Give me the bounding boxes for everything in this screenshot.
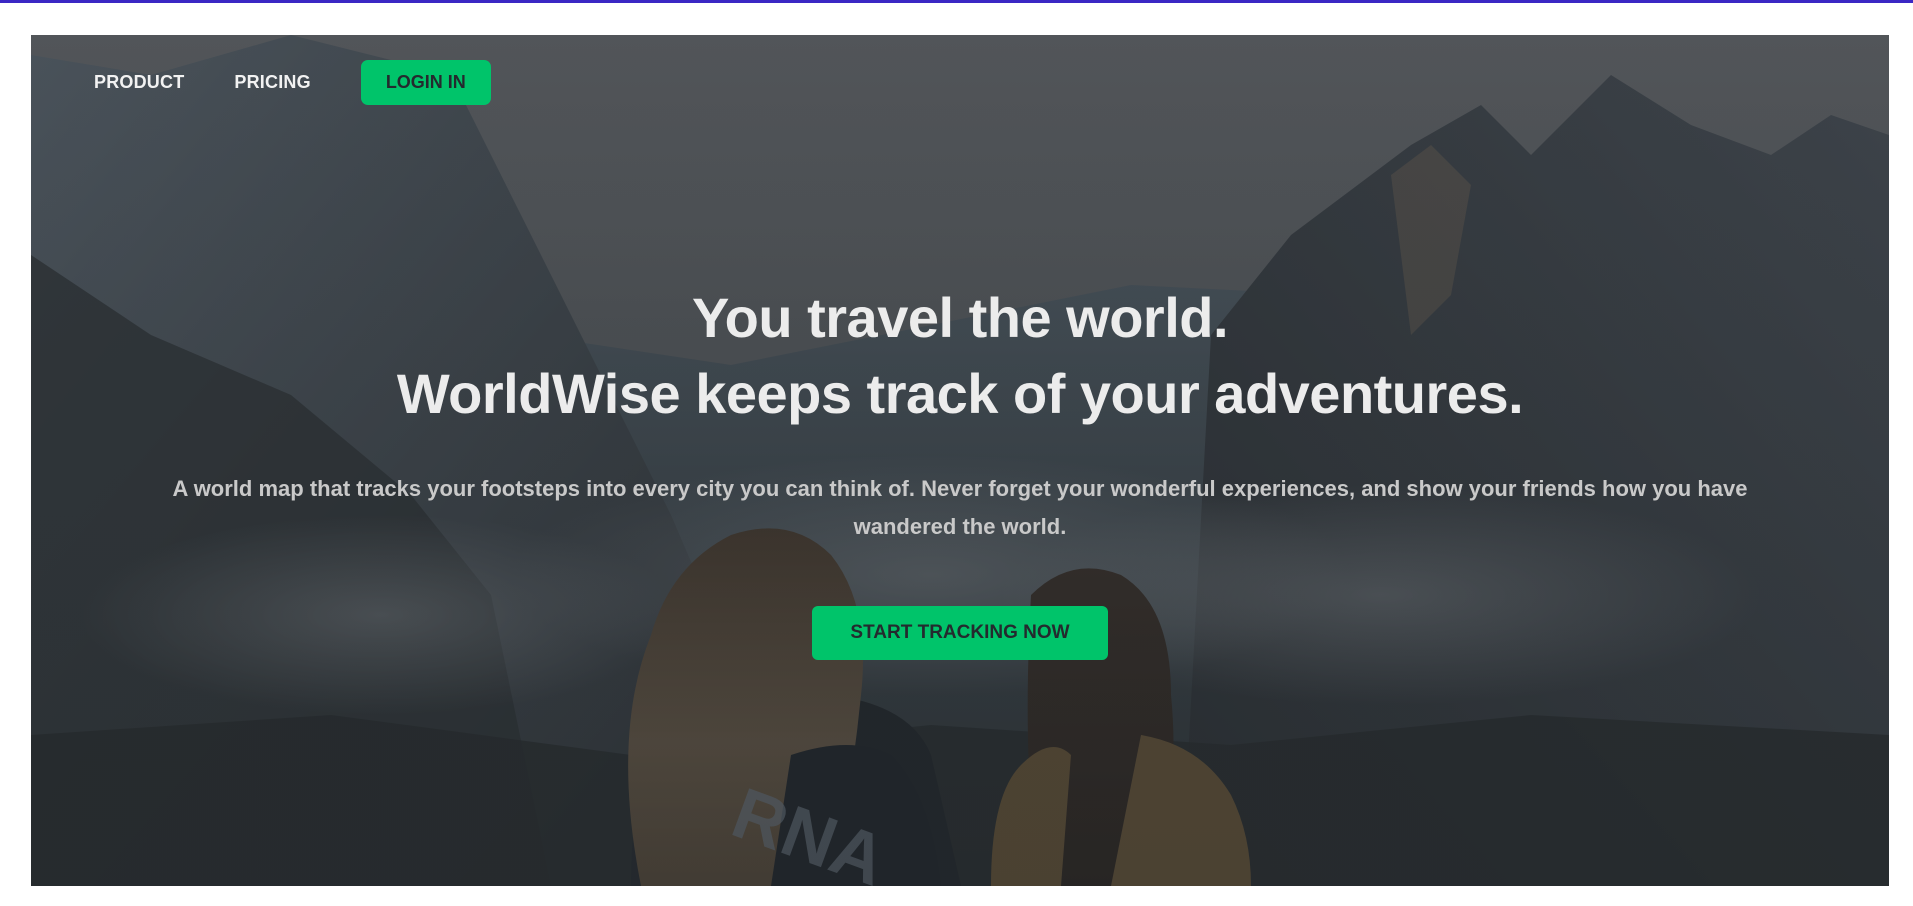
hero-section: RNA PRODUCT PRICING LOGIN IN You travel … xyxy=(31,35,1889,886)
top-accent-bar xyxy=(0,0,1913,3)
start-tracking-button[interactable]: START TRACKING NOW xyxy=(812,606,1108,660)
hero-headline-line1: You travel the world. xyxy=(691,286,1229,349)
hero-subtitle: A world map that tracks your footsteps i… xyxy=(172,476,1748,539)
hero-headline-line2: WorldWise keeps track of your adventures… xyxy=(396,362,1524,425)
login-button[interactable]: LOGIN IN xyxy=(360,60,491,105)
hero-content: You travel the world. WorldWise keeps tr… xyxy=(31,280,1889,660)
hero-headline: You travel the world. WorldWise keeps tr… xyxy=(31,280,1889,432)
nav-product-link[interactable]: PRODUCT xyxy=(94,72,184,93)
top-nav: PRODUCT PRICING LOGIN IN xyxy=(31,35,1889,130)
nav-pricing-link[interactable]: PRICING xyxy=(234,72,310,93)
